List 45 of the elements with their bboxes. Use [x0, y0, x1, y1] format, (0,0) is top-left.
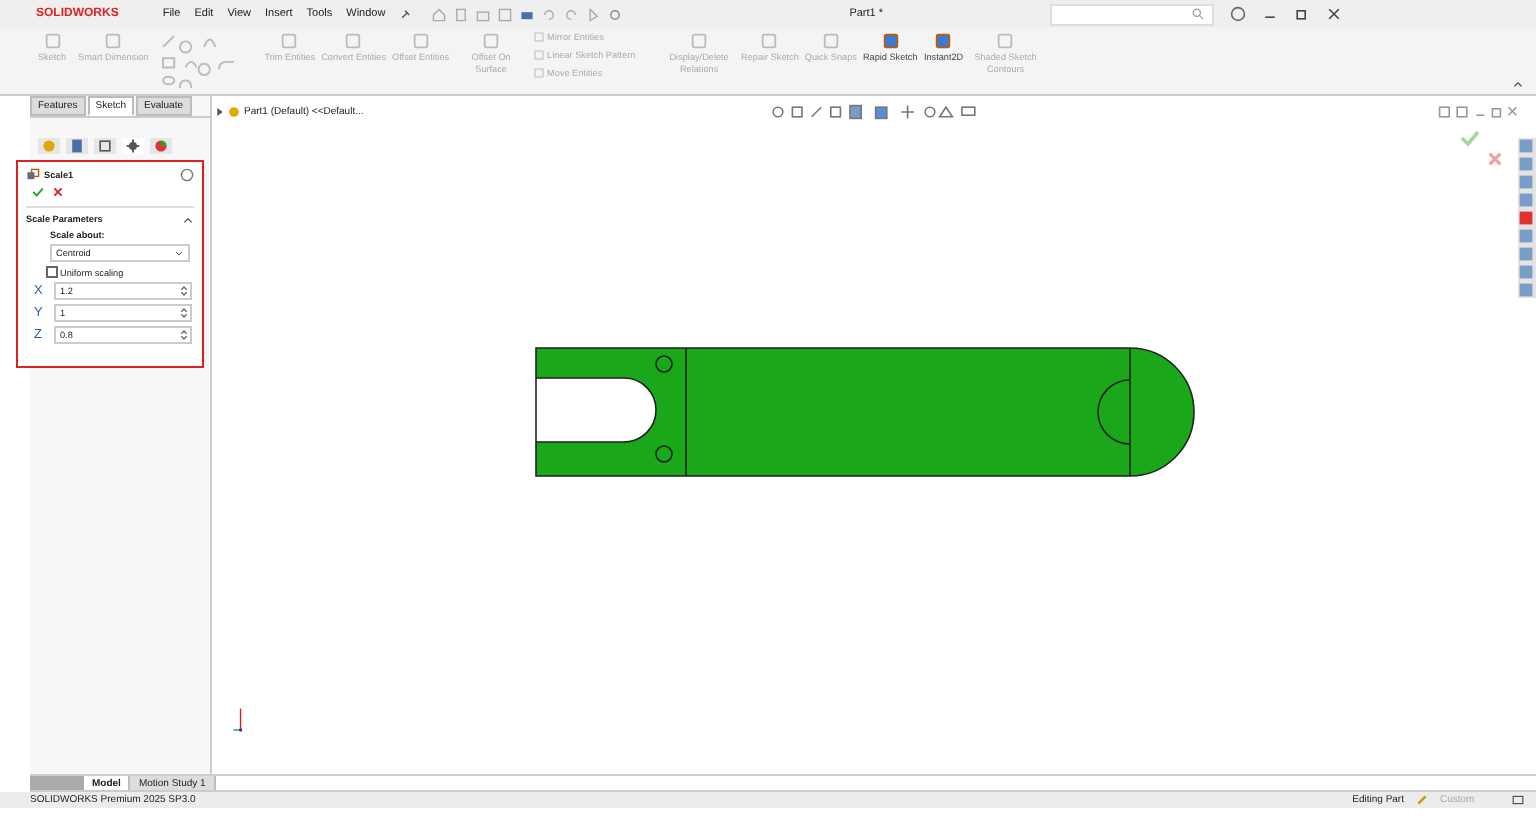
- scale-icon: [26, 168, 40, 182]
- square-icon: [482, 32, 501, 50]
- close-icon[interactable]: [1325, 6, 1342, 22]
- square-icon: [881, 32, 900, 50]
- square-icon: [344, 32, 363, 50]
- appearance-icon[interactable]: [150, 138, 172, 154]
- feature-tree-icon[interactable]: [38, 138, 60, 154]
- checkbox[interactable]: [46, 266, 58, 278]
- home-icon[interactable]: [431, 7, 446, 21]
- square-icon: [760, 32, 779, 50]
- close-icon[interactable]: [52, 186, 64, 198]
- spinner-icon[interactable]: [180, 284, 188, 298]
- spinner-icon[interactable]: [180, 306, 188, 320]
- print-icon[interactable]: [519, 7, 534, 21]
- square-icon: [411, 32, 430, 50]
- square-icon: [280, 32, 299, 50]
- collapse-icon[interactable]: [182, 214, 194, 226]
- undo-icon[interactable]: [541, 7, 556, 21]
- check-icon[interactable]: [32, 186, 44, 198]
- square-icon: [690, 32, 709, 50]
- spinner-icon[interactable]: [180, 328, 188, 342]
- square-icon: [533, 32, 544, 42]
- square-icon: [43, 32, 61, 50]
- tab-scroll-bar[interactable]: [30, 776, 84, 790]
- square-icon: [821, 32, 840, 50]
- check-icon[interactable]: [1460, 128, 1480, 148]
- square-icon: [996, 32, 1015, 50]
- crosshair-icon[interactable]: [122, 138, 144, 154]
- collapse-icon[interactable]: [1512, 78, 1524, 90]
- square-icon: [533, 68, 544, 78]
- rebuild-icon[interactable]: [1416, 794, 1428, 806]
- cursor-icon[interactable]: [585, 7, 600, 21]
- search-icon: [1191, 8, 1204, 20]
- restore-icon[interactable]: [1293, 6, 1310, 22]
- expand-arrow-icon[interactable]: [216, 107, 224, 115]
- new-file-icon[interactable]: [453, 7, 468, 21]
- redo-icon[interactable]: [563, 7, 578, 21]
- square-icon: [934, 32, 953, 50]
- square-icon: [104, 32, 123, 50]
- part-icon: [228, 105, 240, 117]
- configuration-icon[interactable]: [94, 138, 116, 154]
- search-field[interactable]: [1049, 3, 1214, 25]
- property-manager-icon[interactable]: [66, 138, 88, 154]
- square-icon: [533, 50, 544, 60]
- panel-icon[interactable]: [1512, 794, 1524, 806]
